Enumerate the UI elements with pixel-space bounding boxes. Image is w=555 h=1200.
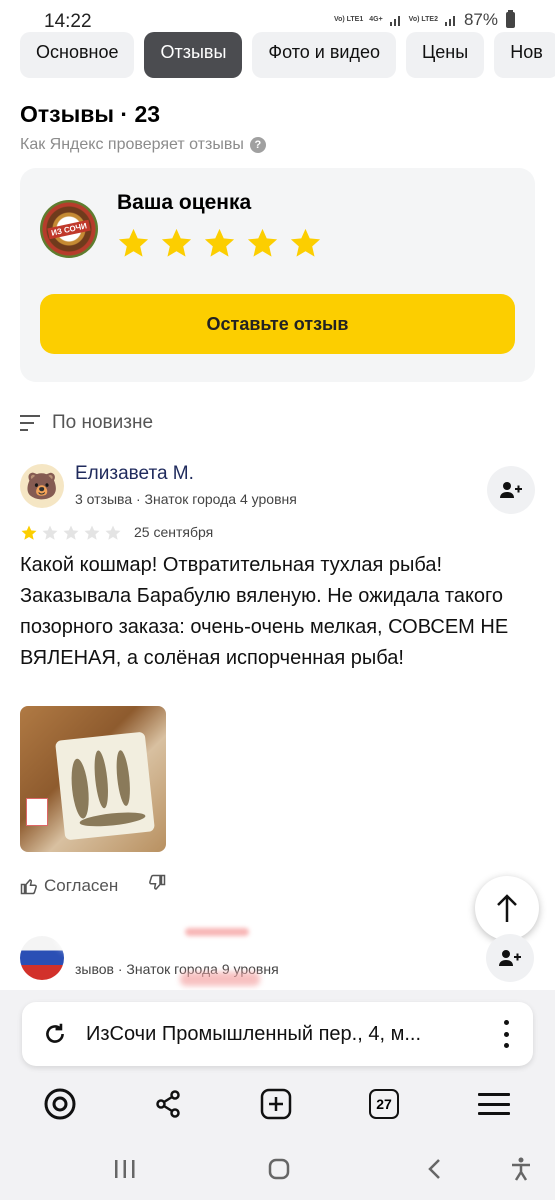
network-type-indicator: 4G+ xyxy=(369,16,383,23)
redaction-mark xyxy=(185,928,249,936)
status-time: 14:22 xyxy=(44,11,92,32)
new-tab-button[interactable] xyxy=(258,1086,294,1122)
alice-icon xyxy=(44,1088,76,1120)
address-bar[interactable]: ИзСочи Промышленный пер., 4, м... xyxy=(22,1002,533,1066)
subscribe-button[interactable] xyxy=(486,934,534,982)
back-button[interactable] xyxy=(420,1154,450,1184)
star-icon[interactable] xyxy=(245,226,280,261)
subscribe-button[interactable] xyxy=(487,466,535,514)
review-date: 25 сентября xyxy=(134,524,214,540)
star-filled-icon xyxy=(21,525,37,540)
share-icon xyxy=(156,1090,180,1118)
browser-toolbar: 27 xyxy=(0,1076,555,1132)
star-empty-icon xyxy=(105,525,121,540)
sort-label: По новизне xyxy=(52,412,154,433)
tab-photos-videos[interactable]: Фото и видео xyxy=(252,32,396,78)
agree-label: Согласен xyxy=(44,876,119,895)
leave-review-button[interactable]: Оставьте отзыв xyxy=(40,294,515,354)
redaction-mark xyxy=(180,972,260,986)
review-text: Какой кошмар! Отвратительная тухлая рыба… xyxy=(20,554,509,669)
photo-tray xyxy=(55,731,155,841)
author-name[interactable]: Елизавета М. xyxy=(75,463,194,485)
star-empty-icon xyxy=(42,525,58,540)
add-user-icon xyxy=(500,482,522,498)
dislike-button[interactable] xyxy=(148,874,166,897)
review-rating xyxy=(20,524,122,542)
star-icon[interactable] xyxy=(288,226,323,261)
recent-apps-icon xyxy=(115,1160,135,1178)
logo-text: ИЗ СОЧИ xyxy=(47,219,91,239)
share-button[interactable] xyxy=(150,1086,186,1122)
plus-box-icon xyxy=(260,1088,292,1120)
agree-button[interactable]: Согласен xyxy=(20,876,118,896)
tab-reviews[interactable]: Отзывы xyxy=(144,32,243,78)
rating-stars-input xyxy=(116,226,323,261)
thumbs-down-icon xyxy=(149,874,166,890)
section-tabs: Основное Отзывы Фото и видео Цены Нов xyxy=(20,32,555,78)
star-empty-icon xyxy=(63,525,79,540)
accessibility-button[interactable] xyxy=(506,1154,536,1184)
sort-control[interactable]: По новизне xyxy=(20,412,153,434)
avatar[interactable] xyxy=(20,936,64,980)
back-icon xyxy=(428,1159,440,1179)
arrow-up-icon xyxy=(497,894,517,922)
alice-assistant-button[interactable] xyxy=(42,1086,78,1122)
tab-prices[interactable]: Цены xyxy=(405,32,485,78)
avatar[interactable]: 🐻 xyxy=(20,464,64,508)
thumbs-up-icon xyxy=(20,879,37,895)
author-meta: 3 отзыва · Знаток города 4 уровня xyxy=(75,491,297,507)
system-nav-bar xyxy=(0,1140,555,1200)
home-icon xyxy=(268,1158,290,1180)
verify-reviews-link[interactable]: Как Яндекс проверяет отзывы ? xyxy=(20,136,266,154)
star-icon[interactable] xyxy=(116,226,151,261)
more-options-icon[interactable] xyxy=(503,1020,509,1048)
star-icon[interactable] xyxy=(202,226,237,261)
tab-news[interactable]: Нов xyxy=(494,32,555,78)
photo-price-label xyxy=(26,798,48,826)
rate-card: ИЗ СОЧИ Ваша оценка Оставьте отзыв xyxy=(20,168,535,382)
signal-icon xyxy=(444,16,455,26)
hamburger-icon xyxy=(478,1093,510,1115)
help-icon: ? xyxy=(249,137,266,153)
tabs-switcher-button[interactable]: 27 xyxy=(366,1086,402,1122)
your-rating-title: Ваша оценка xyxy=(117,191,252,214)
accessibility-icon xyxy=(512,1157,530,1181)
sim1-indicator: Vo) LTE1 xyxy=(333,16,364,23)
battery-percent: 87% xyxy=(463,10,498,29)
sim2-indicator: Vo) LTE2 xyxy=(408,16,438,23)
scroll-to-top-button[interactable] xyxy=(475,876,539,940)
reload-icon[interactable] xyxy=(42,1021,68,1047)
reviews-title: Отзывы · 23 xyxy=(20,101,161,127)
home-button[interactable] xyxy=(264,1154,294,1184)
address-text: ИзСочи Промышленный пер., 4, м... xyxy=(86,1022,421,1045)
star-empty-icon xyxy=(84,525,100,540)
sort-icon xyxy=(20,415,40,431)
signal-icon xyxy=(389,16,400,26)
status-indicators: Vo) LTE1 4G+ Vo) LTE2 87% xyxy=(334,10,515,30)
tab-overview[interactable]: Основное xyxy=(20,32,135,78)
recent-apps-button[interactable] xyxy=(110,1154,140,1184)
add-user-icon xyxy=(499,950,521,966)
menu-button[interactable] xyxy=(476,1086,512,1122)
battery-icon xyxy=(506,10,515,28)
verify-reviews-label: Как Яндекс проверяет отзывы xyxy=(20,136,244,153)
tabs-count: 27 xyxy=(369,1089,399,1119)
organization-logo: ИЗ СОЧИ xyxy=(40,200,98,258)
review-photo[interactable] xyxy=(20,706,166,852)
star-icon[interactable] xyxy=(159,226,194,261)
